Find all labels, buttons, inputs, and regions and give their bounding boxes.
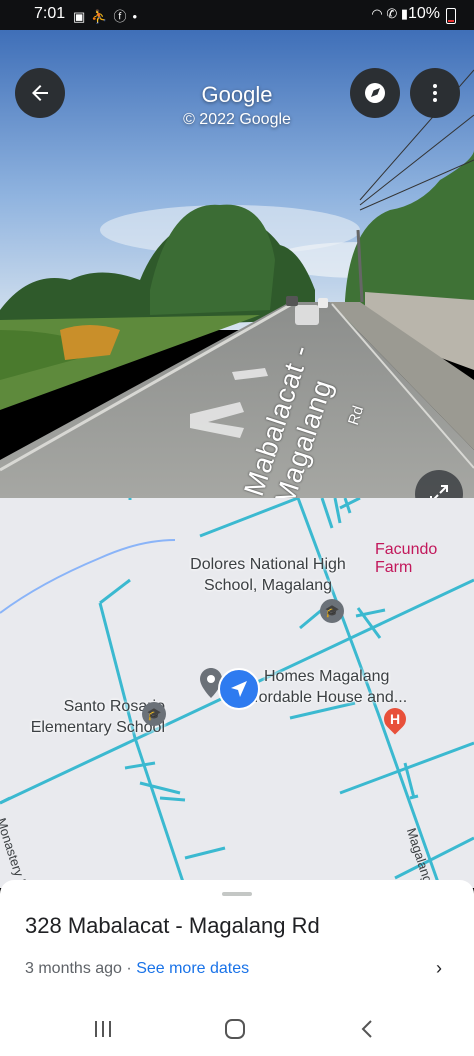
navigation-arrow-icon xyxy=(231,681,247,697)
signal-icons: ◠ ✆ ▮ xyxy=(371,6,408,22)
compass-button[interactable] xyxy=(350,68,400,118)
separator: · xyxy=(126,960,132,977)
chevron-right-icon[interactable]: › xyxy=(436,958,442,979)
see-more-dates-link[interactable]: See more dates xyxy=(136,960,249,977)
more-options-button[interactable] xyxy=(410,68,460,118)
back-chevron-icon xyxy=(361,1020,372,1038)
address-title: 328 Mabalacat - Magalang Rd xyxy=(25,913,320,938)
school-label-santo-rosario[interactable]: Santo Rosario Elementary School xyxy=(0,696,165,738)
wifi-icon: ◠ xyxy=(371,6,383,21)
sheet-drag-handle[interactable] xyxy=(222,892,252,896)
streetview-copyright: © 2022 Google xyxy=(183,111,291,128)
recent-apps-button[interactable] xyxy=(93,1018,113,1045)
compass-icon xyxy=(365,83,385,103)
street-view-panorama[interactable]: Google © 2022 Google Mabalacat - Magalan… xyxy=(0,30,474,498)
runner-icon: ⛹ xyxy=(91,9,114,24)
system-nav-bar xyxy=(0,1006,474,1056)
farm-label[interactable]: Facundo Farm xyxy=(375,541,474,577)
school-cap-icon[interactable]: 🎓 xyxy=(320,599,344,623)
more-vert-icon xyxy=(433,84,437,102)
mini-map[interactable]: Dolores National High School, Magalang 🎓… xyxy=(0,498,474,888)
bottom-sheet[interactable]: 328 Mabalacat - Magalang Rd 3 months ago… xyxy=(0,880,474,1010)
capture-age: 3 months ago xyxy=(25,960,122,977)
homes-label[interactable]: Homes Magalang ffordable House and... xyxy=(250,666,407,708)
home-icon xyxy=(225,1019,245,1039)
call-icon: ✆ xyxy=(386,6,398,21)
gallery-icon: ▣ xyxy=(73,9,92,24)
school-cap-icon-2[interactable]: 🎓 xyxy=(142,702,166,726)
current-location-marker[interactable] xyxy=(218,668,260,710)
expand-icon xyxy=(430,485,448,498)
battery-icon xyxy=(446,8,456,24)
school-label-dolores[interactable]: Dolores National High School, Magalang xyxy=(178,554,358,596)
notification-icons: ▣⛹ⓕ• xyxy=(73,6,143,25)
signal-icon: ▮ xyxy=(400,6,408,21)
hospital-pin-icon[interactable]: H xyxy=(379,703,411,735)
battery-percent: 10% xyxy=(407,5,440,22)
home-button[interactable] xyxy=(224,1018,246,1045)
status-time: 7:01 xyxy=(34,5,66,22)
dot-icon: • xyxy=(132,9,144,24)
status-bar: 7:01 ▣⛹ⓕ• ◠ ✆ ▮ 10% xyxy=(0,0,474,30)
back-nav-button[interactable] xyxy=(358,1018,376,1045)
facebook-icon: ⓕ xyxy=(113,9,133,24)
capture-date-row: 3 months ago · See more dates xyxy=(25,960,249,978)
recents-icon xyxy=(95,1021,111,1037)
streetview-title: Google xyxy=(201,82,273,107)
